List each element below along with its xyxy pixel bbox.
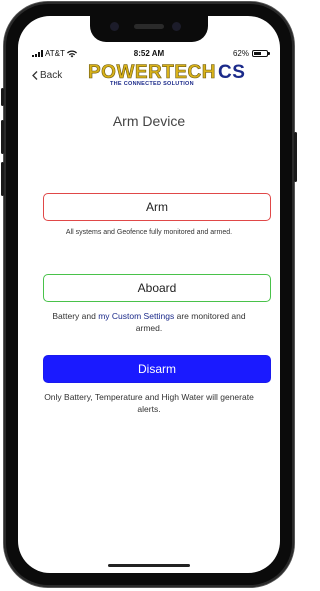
disarm-button[interactable]: Disarm xyxy=(43,355,271,383)
arm-button[interactable]: Arm xyxy=(43,193,271,221)
volume-up-button xyxy=(1,120,4,154)
battery-icon xyxy=(252,50,270,57)
power-button xyxy=(294,132,297,182)
arm-description: All systems and Geofence fully monitored… xyxy=(65,229,233,236)
sensor xyxy=(110,22,119,31)
battery-indicator: 62% xyxy=(232,49,270,58)
home-indicator[interactable] xyxy=(108,564,190,567)
disarm-button-label: Disarm xyxy=(138,362,176,376)
abort-description-pre: Battery and xyxy=(52,311,99,321)
brand-logo: POWERTECH CS THE CONNECTED SOLUTION xyxy=(88,62,245,93)
arm-button-label: Arm xyxy=(146,200,168,214)
abort-button-label: Aboard xyxy=(137,281,177,295)
back-button[interactable]: Back xyxy=(32,70,62,81)
abort-description: Battery and my Custom Settings are monit… xyxy=(38,310,260,334)
logo-suffix-text: CS xyxy=(218,62,246,83)
abort-button[interactable]: Aboard xyxy=(43,274,271,302)
chevron-left-icon xyxy=(32,71,38,80)
battery-percent: 62% xyxy=(232,49,249,58)
front-camera xyxy=(172,22,181,31)
logo-main-text: POWERTECH xyxy=(88,62,216,83)
status-bar: AT&T 8:52 AM 62% xyxy=(18,49,280,63)
speaker xyxy=(134,24,164,29)
custom-settings-link[interactable]: my Custom Settings xyxy=(98,311,174,321)
page-title: Arm Device xyxy=(112,113,186,129)
logo-tagline: THE CONNECTED SOLUTION xyxy=(110,81,194,87)
app-screen: AT&T 8:52 AM 62% Back POWERTECH CS THE C… xyxy=(18,16,280,573)
mute-switch xyxy=(1,88,4,106)
disarm-description: Only Battery, Temperature and High Water… xyxy=(44,392,254,414)
volume-down-button xyxy=(1,162,4,196)
notch xyxy=(90,16,208,42)
back-label: Back xyxy=(40,70,63,81)
phone-frame: AT&T 8:52 AM 62% Back POWERTECH CS THE C… xyxy=(1,2,297,587)
